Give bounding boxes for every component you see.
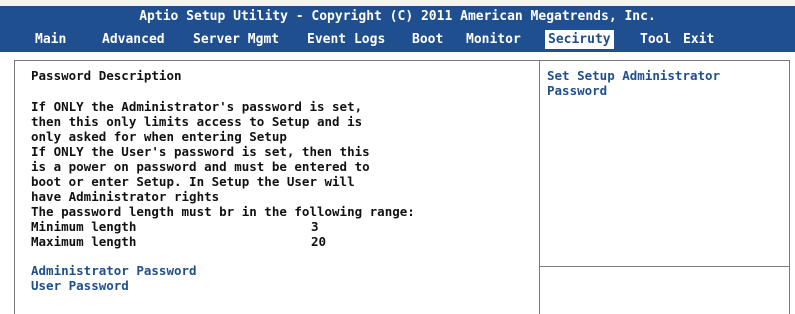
- description-heading: Password Description: [31, 68, 182, 83]
- description-line: The password length must br in the follo…: [31, 204, 415, 219]
- description-line: is a power on password and must be enter…: [31, 159, 370, 174]
- description-line: boot or enter Setup. In Setup the User w…: [31, 174, 355, 189]
- menu-item-tool[interactable]: Tool: [640, 30, 671, 49]
- description-line: If ONLY the Administrator's password is …: [31, 99, 363, 114]
- menu-item-security[interactable]: Seciruty: [545, 30, 614, 49]
- menu-item-boot[interactable]: Boot: [412, 30, 443, 49]
- menu-item-server-mgmt[interactable]: Server Mgmt: [193, 30, 279, 49]
- menu-item-advanced[interactable]: Advanced: [102, 30, 165, 49]
- title-text: Aptio Setup Utility - Copyright (C) 2011…: [139, 9, 656, 24]
- menu-item-event-logs[interactable]: Event Logs: [307, 30, 385, 49]
- description-line: only asked for when entering Setup: [31, 129, 287, 144]
- administrator-password-option[interactable]: Administrator Password: [31, 263, 197, 278]
- min-length-value: 3: [311, 219, 319, 234]
- description-line: If ONLY the User's password is set, then…: [31, 144, 370, 159]
- help-text-line1: Set Setup Administrator: [547, 68, 721, 83]
- help-text-line2: Password: [547, 83, 608, 98]
- help-panel: [540, 60, 790, 314]
- menu-item-exit[interactable]: Exit: [683, 30, 714, 49]
- menu-bar: Main Advanced Server Mgmt Event Logs Boo…: [0, 28, 795, 52]
- title-bar: Aptio Setup Utility - Copyright (C) 2011…: [0, 6, 795, 28]
- max-length-label: Maximum length: [31, 234, 137, 249]
- description-line: then this only limits access to Setup an…: [31, 114, 363, 129]
- menu-item-monitor[interactable]: Monitor: [466, 30, 521, 49]
- min-length-label: Minimum length: [31, 219, 137, 234]
- help-panel-divider: [540, 266, 790, 267]
- menu-item-main[interactable]: Main: [35, 30, 66, 49]
- description-line: have Administrator rights: [31, 189, 220, 204]
- max-length-value: 20: [311, 234, 327, 249]
- user-password-option[interactable]: User Password: [31, 278, 129, 293]
